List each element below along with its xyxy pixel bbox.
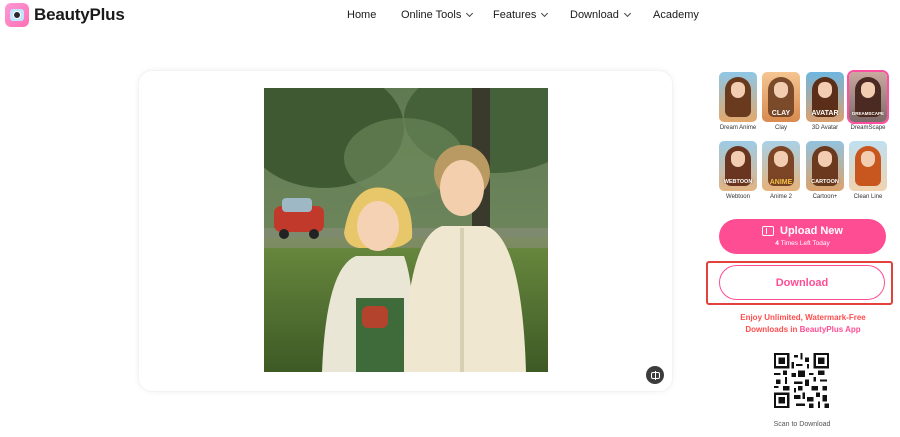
style-caption: CLAY: [771, 110, 791, 117]
style-clay[interactable]: CLAY Clay: [762, 72, 800, 131]
style-caption: DREAMSCAPE: [851, 111, 884, 116]
style-dream-anime[interactable]: Dream Anime: [719, 72, 757, 131]
nav-online-tools[interactable]: Online Tools: [401, 9, 474, 21]
style-clean-line[interactable]: Clean Line: [849, 141, 887, 200]
upload-count: 4: [775, 240, 779, 247]
style-thumbnail: [719, 72, 757, 122]
nav-features[interactable]: Features: [493, 9, 549, 21]
style-label: Anime 2: [769, 194, 792, 200]
nav-features-label: Features: [493, 9, 537, 21]
style-thumbnail: DREAMSCAPE: [849, 72, 887, 122]
chevron-down-icon: [623, 9, 631, 18]
upload-new-button[interactable]: Upload New 4 Times Left Today: [719, 219, 886, 254]
chevron-down-icon: [541, 9, 549, 18]
style-thumbnail: CARTOON: [806, 141, 844, 191]
style-thumbnail: WEBTOON: [719, 141, 757, 191]
chevron-down-icon: [466, 9, 474, 18]
style-caption: AVATAR: [811, 110, 839, 117]
nav-home-label: Home: [347, 9, 377, 21]
nav-online-tools-label: Online Tools: [401, 9, 462, 21]
anime-result-illustration: [264, 88, 548, 372]
nav-academy-label: Academy: [653, 9, 699, 21]
upload-remaining: 4 Times Left Today: [719, 240, 886, 247]
result-image: [264, 88, 548, 372]
style-caption: WEBTOON: [723, 179, 753, 185]
style-anime-2[interactable]: ANIME Anime 2: [762, 141, 800, 200]
nav-download[interactable]: Download: [570, 9, 631, 21]
promo-text: Enjoy Unlimited, Watermark-Free Download…: [718, 312, 888, 336]
compare-toggle-button[interactable]: [646, 366, 664, 384]
style-cartoon-plus[interactable]: CARTOON Cartoon+: [806, 141, 844, 200]
style-caption: CARTOON: [811, 179, 839, 185]
style-thumbnail: ANIME: [762, 141, 800, 191]
style-webtoon[interactable]: WEBTOON Webtoon: [719, 141, 757, 200]
qr-code: [774, 353, 829, 408]
promo-line-1: Enjoy Unlimited, Watermark-Free: [740, 313, 866, 322]
main-nav: Home Online Tools Features Download Acad…: [0, 9, 900, 25]
style-dreamscape[interactable]: DREAMSCAPE DreamScape: [849, 72, 887, 131]
download-label: Download: [775, 276, 829, 289]
compare-icon: [650, 370, 660, 380]
style-3d-avatar[interactable]: AVATAR 3D Avatar: [806, 72, 844, 131]
nav-academy[interactable]: Academy: [653, 9, 699, 21]
upload-sub-label: Times Left Today: [780, 240, 830, 247]
style-label: Clean Line: [853, 194, 883, 200]
upload-new-label: Upload New: [780, 225, 843, 237]
upload-folder-icon: [762, 226, 775, 236]
style-thumbnail: AVATAR: [806, 72, 844, 122]
site-header: BeautyPlus Home Online Tools Features Do…: [0, 0, 900, 34]
nav-download-label: Download: [570, 9, 619, 21]
qr-caption: Scan to Download: [773, 421, 831, 428]
promo-app-link[interactable]: BeautyPlus App: [800, 325, 861, 334]
style-thumbnail: [849, 141, 887, 191]
style-label: Clay: [774, 125, 787, 131]
style-thumbnail: CLAY: [762, 72, 800, 122]
promo-line-2: Downloads in: [745, 325, 798, 334]
style-label: DreamScape: [850, 125, 886, 131]
style-caption: ANIME: [769, 179, 793, 186]
nav-home[interactable]: Home: [347, 9, 376, 21]
download-button[interactable]: Download: [719, 265, 885, 300]
